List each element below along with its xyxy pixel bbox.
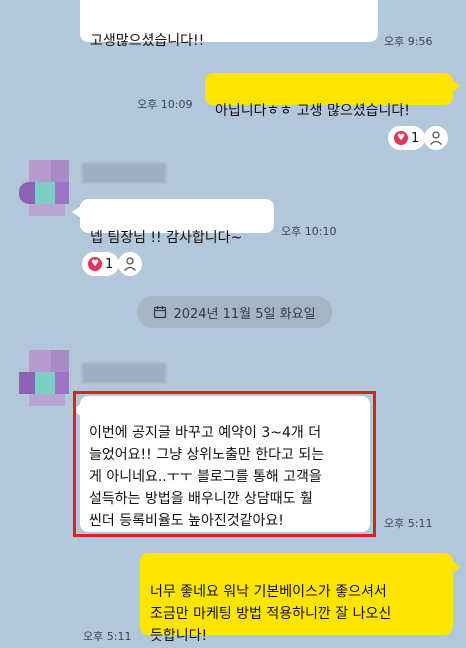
heart-reaction[interactable]: ♥ 1 <box>388 126 426 150</box>
bubble-tail <box>452 80 461 92</box>
message-bubble-incoming[interactable]: 고생많으셨습니다!! <box>80 0 378 49</box>
heart-icon: ♥ <box>394 131 408 145</box>
reaction-count: 1 <box>411 130 420 146</box>
message-time: 오후 5:11 <box>384 517 433 530</box>
message-time: 오후 10:09 <box>137 98 193 111</box>
sender-name <box>82 363 166 383</box>
heart-reaction[interactable]: ♥ 1 <box>82 252 120 276</box>
message-bubble-incoming[interactable]: 넵 팀장님 !! 감사합니다~ <box>80 199 274 246</box>
avatar[interactable] <box>17 160 69 216</box>
message-text: 넵 팀장님 !! 감사합니다~ <box>90 230 243 246</box>
person-icon[interactable] <box>424 126 448 150</box>
date-text: 2024년 11월 5일 화요일 <box>173 306 316 322</box>
highlight-box <box>73 391 376 537</box>
message-time: 오후 9:56 <box>384 35 433 48</box>
bubble-tail <box>72 206 81 218</box>
sender-name <box>82 163 166 183</box>
avatar[interactable] <box>17 350 69 406</box>
bubble-tail <box>452 561 461 573</box>
date-divider: 2024년 11월 5일 화요일 <box>137 296 332 328</box>
person-icon[interactable] <box>118 252 142 276</box>
message-time: 오후 10:10 <box>281 225 337 238</box>
message-bubble-outgoing[interactable]: 아닙니다ㅎㅎ 고생 많으셨습니다! <box>205 73 453 119</box>
reaction-count: 1 <box>105 256 114 272</box>
message-text: 아닙니다ㅎㅎ 고생 많으셨습니다! <box>215 103 410 119</box>
heart-icon: ♥ <box>88 257 102 271</box>
message-bubble-outgoing[interactable]: 너무 좋네요 워낙 기본베이스가 좋으셔서 조금만 마케팅 방법 적용하니깐 잘… <box>140 553 453 644</box>
message-text: 너무 좋네요 워낙 기본베이스가 좋으셔서 조금만 마케팅 방법 적용하니깐 잘… <box>150 584 392 644</box>
calendar-icon <box>153 305 167 319</box>
message-time: 오후 5:11 <box>83 630 132 643</box>
message-text: 고생많으셨습니다!! <box>90 33 205 49</box>
